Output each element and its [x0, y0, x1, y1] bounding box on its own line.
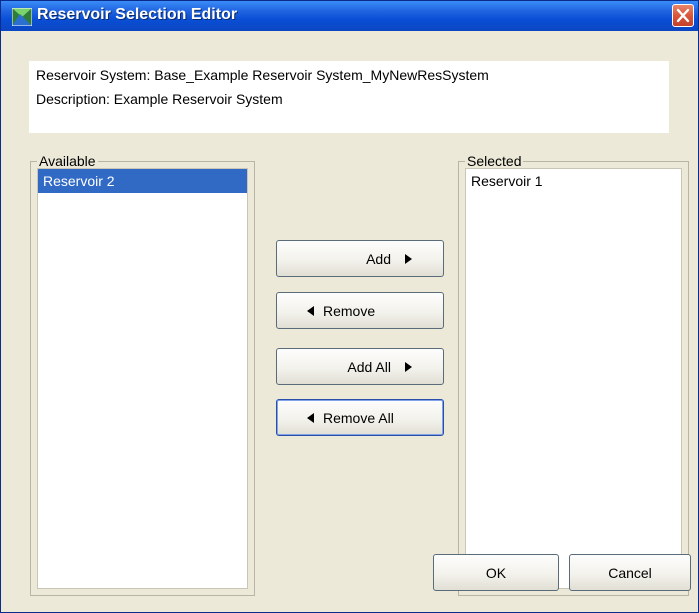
arrow-right-icon [405, 361, 412, 372]
window-title: Reservoir Selection Editor [37, 6, 238, 23]
add-button-label: Add [366, 250, 391, 267]
ok-button-label: OK [485, 564, 507, 581]
add-all-button[interactable]: Add All [276, 348, 444, 385]
arrow-left-icon [307, 412, 314, 423]
arrow-left-icon [307, 305, 314, 316]
ok-button[interactable]: OK [433, 554, 559, 591]
close-icon [676, 8, 690, 23]
cancel-button[interactable]: Cancel [569, 554, 691, 591]
app-icon [12, 8, 32, 26]
add-all-button-label: Add All [347, 358, 391, 375]
reservoir-system-text: Reservoir System: Base_Example Reservoir… [36, 67, 489, 83]
title-bar[interactable]: Reservoir Selection Editor [1, 1, 698, 31]
system-info-panel: Reservoir System: Base_Example Reservoir… [29, 61, 669, 133]
list-item[interactable]: Reservoir 2 [38, 169, 247, 193]
add-button[interactable]: Add [276, 240, 444, 277]
selected-group: Selected Reservoir 1 [458, 153, 689, 596]
selected-label: Selected [465, 153, 524, 169]
cancel-button-label: Cancel [608, 564, 652, 581]
arrow-right-icon [405, 253, 412, 264]
reservoir-selection-dialog: Reservoir Selection Editor Reservoir Sys… [0, 0, 699, 613]
list-item[interactable]: Reservoir 1 [466, 169, 681, 193]
remove-all-button[interactable]: Remove All [276, 399, 444, 436]
remove-button[interactable]: Remove [276, 292, 444, 329]
selected-list[interactable]: Reservoir 1 [465, 168, 682, 589]
remove-button-label: Remove [323, 302, 376, 319]
remove-all-button-label: Remove All [323, 409, 394, 426]
available-list[interactable]: Reservoir 2 [37, 168, 248, 589]
available-label: Available [37, 153, 98, 169]
description-text: Description: Example Reservoir System [36, 91, 283, 107]
close-button[interactable] [672, 4, 694, 27]
available-group: Available Reservoir 2 [30, 153, 255, 596]
